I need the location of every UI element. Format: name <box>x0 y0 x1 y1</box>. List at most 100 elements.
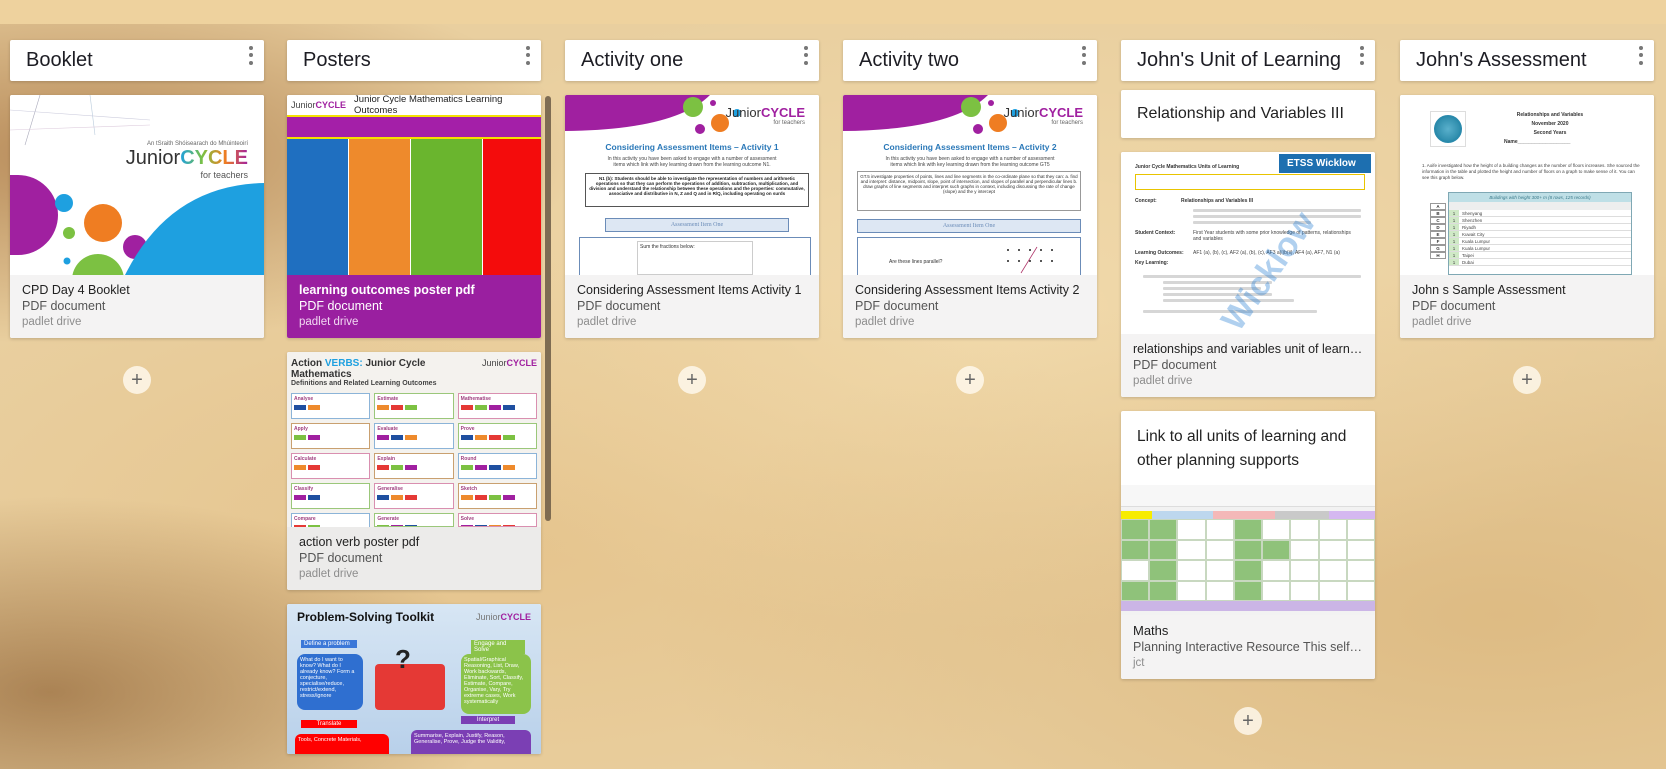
more-options-icon[interactable] <box>801 45 811 67</box>
column-booklet: Booklet An tSraith Shóisearach do Mhúint… <box>10 40 264 394</box>
card-meta: Considering Assessment Items Activity 1 … <box>565 275 819 338</box>
card-subtitle: PDF document <box>1133 358 1217 372</box>
card-title: learning outcomes poster pdf <box>299 283 475 297</box>
post-card[interactable]: Problem-Solving Toolkit JuniorCYCLE Defi… <box>287 604 541 754</box>
pdf-preview: JuniorCYCLE Junior Cycle Mathematics Lea… <box>287 95 541 275</box>
toolkit-heading: Problem-Solving Toolkit <box>297 610 435 624</box>
table-row: 1 Shenyang <box>1449 210 1631 217</box>
card-title: Considering Assessment Items Activity 2 <box>855 283 1080 297</box>
verb-box: Sketch <box>457 483 537 509</box>
column-header: Activity two <box>843 40 1097 81</box>
card-meta: learning outcomes poster pdf PDF documen… <box>287 275 541 338</box>
row-label: C <box>1430 217 1446 224</box>
card-subtitle: PDF document <box>855 299 939 313</box>
more-options-icon[interactable] <box>1636 45 1646 67</box>
row-label: A <box>1430 203 1446 210</box>
column-title: Activity one <box>581 49 684 71</box>
dot-grid-diagram <box>1007 246 1053 274</box>
card-title: relationships and variables unit of lear… <box>1133 342 1363 356</box>
card-subtitle: PDF document <box>22 299 106 313</box>
row-labels: ABCDEFGH <box>1430 203 1446 259</box>
more-options-icon[interactable] <box>1357 45 1367 67</box>
card-meta: relationships and variables unit of lear… <box>1121 334 1375 397</box>
pdf-preview: Action VERBS: Junior Cycle Mathematics D… <box>287 352 541 527</box>
sheet-cell <box>1233 539 1263 560</box>
etss-badge: ETSS Wicklow <box>1279 154 1371 173</box>
sheet-cell <box>1177 519 1206 540</box>
card-subtitle: PDF document <box>577 299 661 313</box>
spreadsheet-ribbon <box>1121 485 1375 507</box>
post-card[interactable]: An tSraith Shóisearach do Mhúinteoirí Ju… <box>10 95 264 338</box>
table-row: 1 Taipei <box>1449 252 1631 259</box>
junior-cycle-logo: JuniorCYCLE <box>475 612 531 622</box>
junior-cycle-cover-art <box>10 95 264 275</box>
column-scrollbar[interactable] <box>545 96 551 521</box>
junior-cycle-logo: An tSraith Shóisearach do Mhúinteoirí Ju… <box>125 141 248 180</box>
junior-cycle-logo: JuniorCYCLE for teachers <box>1003 105 1083 126</box>
sheet-cell <box>1121 560 1150 581</box>
card-source: padlet drive <box>1133 375 1193 387</box>
column-header: Posters <box>287 40 541 81</box>
post-card[interactable]: Relationship and Variables III <box>1121 90 1375 138</box>
post-card[interactable]: Action VERBS: Junior Cycle Mathematics D… <box>287 352 541 590</box>
sheet-cell <box>1121 580 1150 601</box>
sheet-cell <box>1346 519 1375 540</box>
column-header: Activity one <box>565 40 819 81</box>
sheet-cell <box>1318 580 1347 601</box>
sheet-cell <box>1177 539 1206 560</box>
junior-cycle-logo: JuniorCYCLE for teachers <box>725 105 805 126</box>
row-label: F <box>1430 238 1446 245</box>
verb-box: Apply <box>291 423 371 449</box>
card-meta: action verb poster pdf PDF document padl… <box>287 527 541 590</box>
table-row: 1 Dubai <box>1449 259 1631 266</box>
add-post-button[interactable]: + <box>1513 366 1541 394</box>
table-row: 1 Kuala Lumpur <box>1449 245 1631 252</box>
more-options-icon[interactable] <box>246 45 256 67</box>
poster-heading: Junior Cycle Mathematics Learning Outcom… <box>354 95 503 116</box>
add-post-button[interactable]: + <box>123 366 151 394</box>
card-source: padlet drive <box>577 316 637 328</box>
pdf-preview: JuniorCYCLE for teachers Considering Ass… <box>565 95 819 275</box>
column-title: Posters <box>303 49 371 71</box>
verb-box: Evaluate <box>374 423 454 449</box>
junior-cycle-logo: JuniorCYCLE <box>291 100 347 110</box>
post-card[interactable]: JuniorCYCLE for teachers Considering Ass… <box>565 95 819 338</box>
sheet-cell <box>1233 519 1263 540</box>
column-activity-two: Activity two JuniorCYCLE for teachers Co… <box>843 40 1097 394</box>
sheet-cell <box>1290 580 1319 601</box>
column-title: John's Assessment <box>1416 49 1587 71</box>
card-subtitle: PDF document <box>1412 299 1496 313</box>
card-title: Considering Assessment Items Activity 1 <box>577 283 802 297</box>
sheet-cell <box>1121 519 1150 540</box>
column-header: John's Unit of Learning <box>1121 40 1375 81</box>
sheet-cell <box>1290 519 1319 540</box>
verb-box: Estimate <box>374 393 454 419</box>
card-subtitle: PDF document <box>299 299 383 313</box>
post-card[interactable]: Relationships and Variables November 202… <box>1400 95 1654 338</box>
post-card[interactable]: JuniorCYCLE for teachers Considering Ass… <box>843 95 1097 338</box>
column-header: John's Assessment <box>1400 40 1654 81</box>
post-card[interactable]: ETSS Wicklow Junior Cycle Mathematics Un… <box>1121 152 1375 397</box>
verb-box: Explain <box>374 453 454 479</box>
sheet-cell <box>1318 519 1347 540</box>
sheet-cell <box>1318 560 1347 581</box>
pdf-preview: ETSS Wicklow Junior Cycle Mathematics Un… <box>1121 152 1375 334</box>
add-post-button[interactable]: + <box>1234 707 1262 735</box>
poster-heading: Action VERBS: Junior Cycle Mathematics <box>291 358 426 380</box>
more-options-icon[interactable] <box>1079 45 1089 67</box>
sheet-cell <box>1262 580 1291 601</box>
spreadsheet-grid <box>1121 519 1375 601</box>
verb-box: Solve <box>457 513 537 527</box>
card-title: John s Sample Assessment <box>1412 283 1566 297</box>
more-options-icon[interactable] <box>523 45 533 67</box>
verb-box: Prove <box>457 423 537 449</box>
top-bar <box>0 0 1666 24</box>
post-card[interactable]: Link to all units of learning and other … <box>1121 411 1375 679</box>
add-post-button[interactable]: + <box>678 366 706 394</box>
add-post-button[interactable]: + <box>956 366 984 394</box>
column-title: Activity two <box>859 49 960 71</box>
buildings-table: Buildings with height 300+ m (8 rows, 12… <box>1448 192 1632 275</box>
card-source: padlet drive <box>299 316 359 328</box>
sheet-cell <box>1177 560 1206 581</box>
post-card[interactable]: JuniorCYCLE Junior Cycle Mathematics Lea… <box>287 95 541 338</box>
